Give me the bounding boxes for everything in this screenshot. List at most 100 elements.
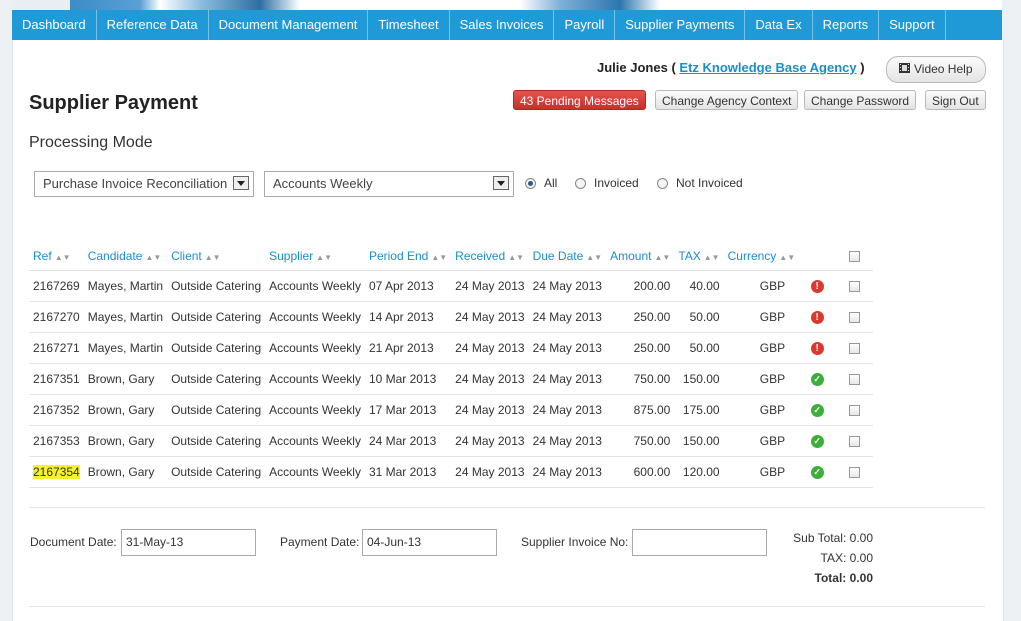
row-candidate-text: Mayes, Martin <box>87 310 164 324</box>
row-tax-text: 175.00 <box>682 403 720 417</box>
nav-support[interactable]: Support <box>879 10 946 40</box>
row-ref-text: 2167271 <box>33 341 80 355</box>
col-currency-label: Currency <box>727 248 777 263</box>
user-info: Julie Jones ( Etz Knowledge Base Agency … <box>597 60 865 75</box>
pending-messages-button[interactable]: 43 Pending Messages <box>513 90 646 110</box>
col-due-date[interactable]: Due Date ▲▼ <box>528 241 607 271</box>
supplier-invoice-input[interactable] <box>632 529 767 556</box>
col-ref[interactable]: Ref ▲▼ <box>29 241 84 271</box>
payment-date-input[interactable]: 04-Jun-13 <box>362 529 497 556</box>
row-supplier-text: Accounts Weekly <box>269 341 361 355</box>
row-checkbox[interactable] <box>848 467 860 479</box>
row-due-date: 24 May 2013 <box>528 363 607 395</box>
sort-icon: ▲▼ <box>204 252 221 262</box>
row-status: ✓ <box>799 456 836 488</box>
sort-icon: ▲▼ <box>703 252 720 262</box>
filter-not-invoiced-label: Not Invoiced <box>676 176 743 190</box>
sort-icon: ▲▼ <box>779 252 796 262</box>
row-ref: 2167271 <box>29 332 84 364</box>
nav-data-ex[interactable]: Data Ex <box>745 10 813 40</box>
change-agency-button[interactable]: Change Agency Context <box>655 90 799 110</box>
row-received: 24 May 2013 <box>451 394 529 426</box>
divider <box>29 606 985 607</box>
row-currency-text: GBP <box>759 341 786 355</box>
sort-icon: ▲▼ <box>145 252 162 262</box>
table-row: 2167271 Mayes, Martin Outside Catering Acco… <box>29 332 874 364</box>
row-due-date-text: 24 May 2013 <box>532 372 602 386</box>
check-icon: ✓ <box>810 404 824 418</box>
row-received: 24 May 2013 <box>451 456 529 488</box>
row-candidate: Brown, Gary <box>83 394 168 426</box>
row-due-date: 24 May 2013 <box>528 270 607 302</box>
table-header-row: Ref ▲▼ Candidate ▲▼ Client ▲▼ Supplier ▲▼ Pe… <box>29 241 874 271</box>
row-supplier-text: Accounts Weekly <box>269 465 361 479</box>
col-supplier[interactable]: Supplier ▲▼ <box>265 241 365 271</box>
check-icon: ✓ <box>810 435 824 449</box>
row-checkbox[interactable] <box>848 374 860 386</box>
col-tax[interactable]: TAX ▲▼ <box>674 241 724 271</box>
row-supplier-text: Accounts Weekly <box>269 403 361 417</box>
row-candidate: Brown, Gary <box>83 456 168 488</box>
row-candidate: Brown, Gary <box>83 425 168 457</box>
filter-invoiced-label: Invoiced <box>594 176 639 190</box>
nav-supplier-payments[interactable]: Supplier Payments <box>615 10 746 40</box>
col-due-date-label: Due Date <box>532 248 584 263</box>
row-checkbox[interactable] <box>848 436 860 448</box>
row-period-end-text: 24 Mar 2013 <box>368 434 437 448</box>
sort-icon: ▲▼ <box>586 252 603 262</box>
row-client-text: Outside Catering <box>171 372 262 386</box>
table-body: 2167269 Mayes, Martin Outside Catering Acco… <box>29 270 874 488</box>
row-currency: GBP <box>723 363 800 395</box>
agency-link[interactable]: Etz Knowledge Base Agency <box>679 60 856 75</box>
nav-document-management[interactable]: Document Management <box>209 10 369 40</box>
row-amount: 600.00 <box>606 456 675 488</box>
col-amount[interactable]: Amount ▲▼ <box>606 241 675 271</box>
col-tax-label: TAX <box>678 248 701 263</box>
row-checkbox[interactable] <box>848 312 860 324</box>
row-currency-text: GBP <box>759 279 786 293</box>
sort-icon: ▲▼ <box>54 252 71 262</box>
nav-payroll[interactable]: Payroll <box>554 10 616 40</box>
document-date-input[interactable]: 31-May-13 <box>121 529 256 556</box>
nav-reports[interactable]: Reports <box>813 10 880 40</box>
col-period-end[interactable]: Period End ▲▼ <box>364 241 452 271</box>
nav-reference-data[interactable]: Reference Data <box>97 10 209 40</box>
sign-out-button[interactable]: Sign Out <box>925 90 986 110</box>
row-currency: GBP <box>723 301 800 333</box>
row-status: ! <box>799 301 836 333</box>
row-received-text: 24 May 2013 <box>455 341 525 355</box>
col-client[interactable]: Client ▲▼ <box>167 241 266 271</box>
row-client: Outside Catering <box>167 394 266 426</box>
row-supplier-text: Accounts Weekly <box>269 279 361 293</box>
row-currency-text: GBP <box>759 310 786 324</box>
nav-dashboard[interactable]: Dashboard <box>12 10 97 40</box>
nav-sales-invoices[interactable]: Sales Invoices <box>450 10 555 40</box>
select-all-checkbox[interactable] <box>848 250 860 262</box>
row-period-end-text: 10 Mar 2013 <box>368 372 437 386</box>
filter-invoiced-radio[interactable]: Invoiced <box>575 176 639 190</box>
processing-mode-select[interactable]: Purchase Invoice Reconciliation <box>34 171 254 197</box>
row-amount-text: 200.00 <box>633 279 671 293</box>
row-checkbox[interactable] <box>848 281 860 293</box>
processing-mode-value: Purchase Invoice Reconciliation <box>43 176 228 191</box>
col-currency[interactable]: Currency ▲▼ <box>723 241 800 271</box>
nav-timesheet[interactable]: Timesheet <box>368 10 450 40</box>
filter-all-radio[interactable]: All <box>525 176 557 190</box>
row-currency: GBP <box>723 394 800 426</box>
header-banner <box>0 0 1021 10</box>
change-password-button[interactable]: Change Password <box>804 90 917 110</box>
video-help-button[interactable]: Video Help <box>886 56 986 83</box>
row-checkbox[interactable] <box>848 405 860 417</box>
row-checkbox[interactable] <box>848 343 860 355</box>
supplier-select[interactable]: Accounts Weekly <box>264 171 514 197</box>
row-ref-text: 2167353 <box>33 434 80 448</box>
row-select <box>835 394 874 426</box>
row-received: 24 May 2013 <box>451 425 529 457</box>
row-currency-text: GBP <box>759 403 786 417</box>
col-candidate[interactable]: Candidate ▲▼ <box>83 241 168 271</box>
filter-not-invoiced-radio[interactable]: Not Invoiced <box>657 176 743 190</box>
row-client-text: Outside Catering <box>171 434 262 448</box>
row-tax-text: 50.00 <box>689 310 720 324</box>
col-received[interactable]: Received ▲▼ <box>451 241 529 271</box>
row-period-end: 07 Apr 2013 <box>364 270 452 302</box>
